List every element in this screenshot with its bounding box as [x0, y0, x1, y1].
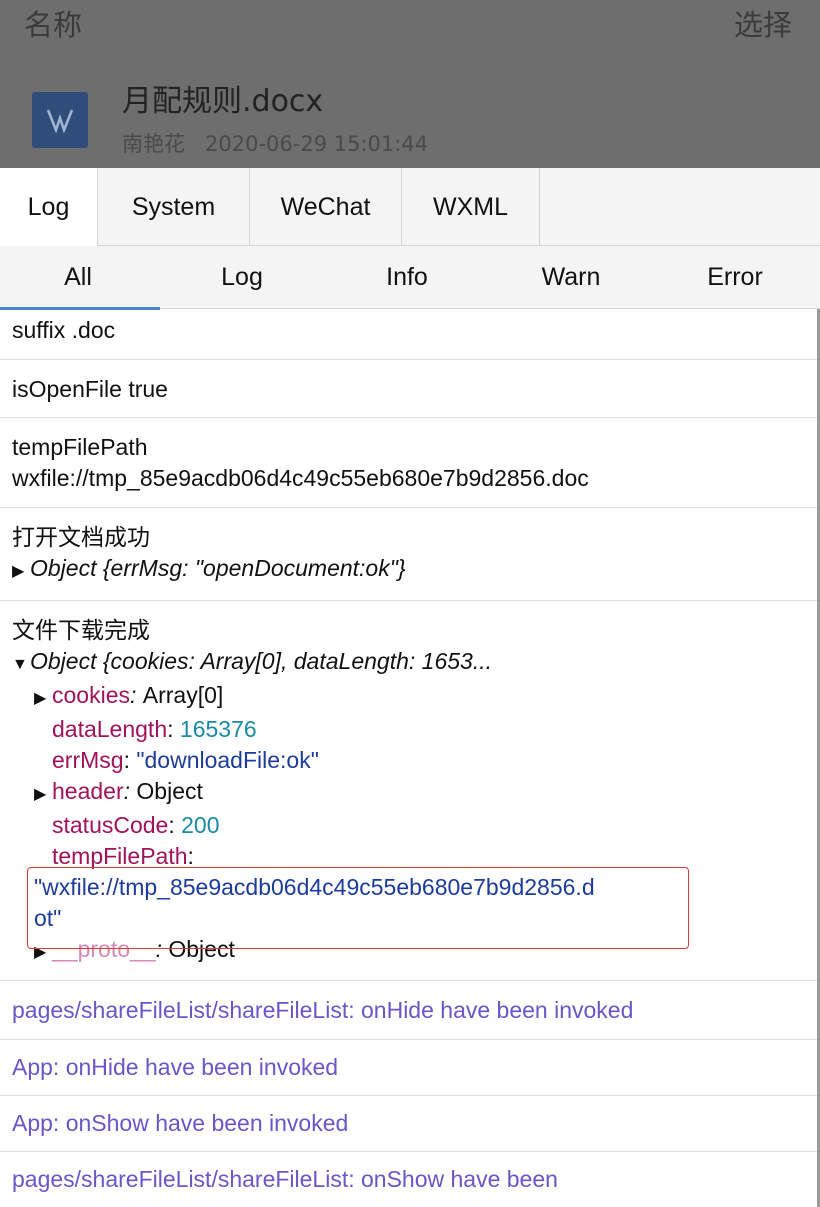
highlight-box	[27, 867, 689, 949]
object-prop-datalength: dataLength: 165376	[52, 716, 257, 742]
column-name-label: 名称	[24, 8, 83, 42]
file-owner: 南艳花	[122, 132, 185, 156]
filter-all[interactable]: All	[0, 246, 160, 310]
file-date: 2020-06-29 15:01:44	[205, 132, 429, 156]
log-entry: tempFilePath wxfile://tmp_85e9acdb06d4c4…	[0, 418, 817, 508]
file-list-item[interactable]: 月配规则.docx 南艳花 2020-06-29 15:01:44	[0, 72, 820, 168]
log-text: tempFilePath	[12, 434, 148, 460]
caret-right-icon[interactable]: ▶	[34, 683, 52, 714]
select-button[interactable]: 选择	[734, 2, 792, 44]
log-list: suffix .doc isOpenFile true tempFilePath…	[0, 309, 817, 1207]
log-entry: 打开文档成功 ▶ Object {errMsg: "openDocument:ok…	[0, 508, 817, 601]
filter-error[interactable]: Error	[653, 246, 817, 309]
log-text: App: onShow have been invoked	[12, 1110, 349, 1136]
object-prop-errmsg: errMsg: "downloadFile:ok"	[52, 747, 319, 773]
object-summary[interactable]: ▼Object {cookies: Array[0], dataLength: …	[12, 646, 805, 680]
highlighted-value: "wxfile://tmp_85e9acdb06d4c49c55eb680e7b…	[12, 867, 805, 949]
tab-wxml[interactable]: WXML	[402, 168, 540, 246]
tab-log[interactable]: Log	[0, 168, 98, 246]
log-text: 文件下载完成	[12, 617, 150, 643]
object-prop-statuscode: statusCode: 200	[52, 812, 220, 838]
filter-info[interactable]: Info	[325, 246, 489, 309]
caret-right-icon[interactable]: ▶	[12, 556, 30, 587]
log-text: suffix .doc	[12, 317, 116, 343]
tab-system[interactable]: System	[98, 168, 250, 246]
filter-warn[interactable]: Warn	[489, 246, 653, 309]
log-entry: App: onHide have been invoked	[0, 1040, 817, 1096]
log-text: isOpenFile true	[12, 376, 168, 402]
caret-down-icon[interactable]: ▼	[12, 649, 30, 680]
object-summary[interactable]: ▶ Object {errMsg: "openDocument:ok"}	[12, 553, 805, 587]
file-name: 月配规则.docx	[122, 84, 324, 119]
log-entry: pages/shareFileList/shareFileList: onHid…	[0, 981, 817, 1040]
caret-right-icon[interactable]: ▶	[34, 779, 52, 810]
log-text: pages/shareFileList/shareFileList: onSho…	[12, 1166, 558, 1192]
log-entry: pages/shareFileList/shareFileList: onSho…	[0, 1152, 817, 1207]
background-app-header: 名称 选择 月配规则.docx 南艳花 2020-06-29 15:01:44	[0, 0, 820, 168]
filter-log[interactable]: Log	[160, 246, 324, 309]
word-doc-icon	[32, 92, 88, 148]
log-text: App: onHide have been invoked	[12, 1054, 339, 1080]
object-prop-cookies[interactable]: ▶ cookies: Array[0]	[12, 680, 805, 714]
log-entry: suffix .doc	[0, 309, 817, 360]
console-panel: Log System WeChat WXML All Log Info Warn…	[0, 168, 820, 1207]
object-prop-header[interactable]: ▶ header: Object	[12, 776, 805, 810]
console-tab-bar: Log System WeChat WXML	[0, 168, 820, 246]
log-entry: isOpenFile true	[0, 360, 817, 418]
log-text: 打开文档成功	[12, 524, 150, 550]
log-filter-bar: All Log Info Warn Error	[0, 246, 820, 310]
log-entry: App: onShow have been invoked	[0, 1096, 817, 1152]
log-entry: 文件下载完成 ▼Object {cookies: Array[0], dataL…	[0, 601, 817, 981]
log-text: wxfile://tmp_85e9acdb06d4c49c55eb680e7b9…	[12, 465, 589, 491]
tab-wechat[interactable]: WeChat	[250, 168, 402, 246]
file-meta: 南艳花 2020-06-29 15:01:44	[122, 128, 428, 158]
log-text: pages/shareFileList/shareFileList: onHid…	[12, 997, 634, 1023]
